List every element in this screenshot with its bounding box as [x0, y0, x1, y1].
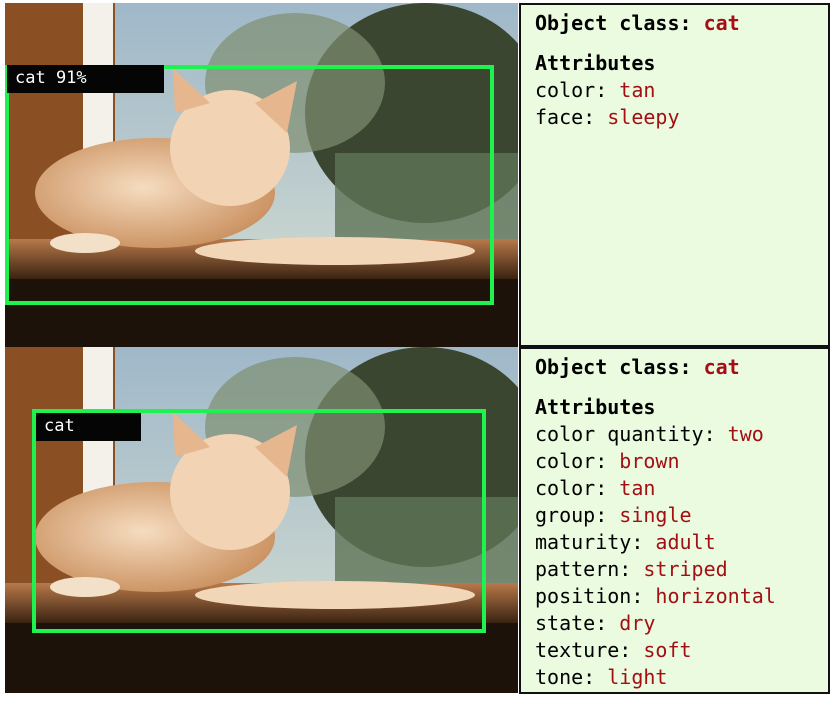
object-class: Object class: cat	[535, 353, 828, 381]
attribute-value: single	[619, 503, 692, 527]
attributes-heading: Attributes	[535, 51, 656, 75]
attributes-panel: Object class: cat Attributes color quant…	[519, 347, 830, 694]
attribute-value: soft	[643, 638, 692, 662]
attribute-item: maturity: adult	[535, 529, 828, 556]
attribute-value: brown	[619, 449, 680, 473]
object-class: Object class: cat	[535, 9, 828, 37]
attribute-key: position:	[535, 584, 656, 608]
attribute-value: tan	[619, 476, 656, 500]
attribute-value: adult	[655, 530, 716, 554]
attribute-item: position: horizontal	[535, 583, 828, 610]
attribute-key: color quantity:	[535, 422, 728, 446]
bounding-box	[32, 409, 486, 633]
attribute-item: pattern: striped	[535, 556, 828, 583]
attribute-item: color: brown	[535, 448, 828, 475]
attribute-value: two	[727, 422, 764, 446]
attribute-key: maturity:	[535, 530, 656, 554]
detection-row-top: cat 91% Object class: cat Attributes col…	[5, 3, 830, 349]
attribute-item: texture: soft	[535, 637, 828, 664]
detection-label: cat	[36, 413, 141, 441]
attribute-item: face: sleepy	[535, 104, 828, 131]
attributes-heading: Attributes	[535, 395, 656, 419]
attribute-value: sleepy	[607, 105, 680, 129]
attribute-key: color:	[535, 78, 620, 102]
attribute-value: tan	[619, 78, 656, 102]
attribute-value: striped	[643, 557, 728, 581]
attributes-panel: Object class: cat Attributes color: tan f…	[519, 3, 830, 347]
object-class-label: Object class:	[535, 11, 704, 35]
attribute-value: horizontal	[655, 584, 776, 608]
attributes-list: color: tan face: sleepy	[535, 77, 828, 131]
attribute-key: color:	[535, 476, 620, 500]
attribute-key: pattern:	[535, 557, 644, 581]
attribute-item: color quantity: two	[535, 421, 828, 448]
attribute-value: dry	[619, 611, 656, 635]
attribute-item: color: tan	[535, 77, 828, 104]
attribute-item: color: tan	[535, 475, 828, 502]
attribute-item: tone: light	[535, 664, 828, 691]
attribute-key: color:	[535, 449, 620, 473]
attribute-item: group: single	[535, 502, 828, 529]
detection-row-bottom: cat Object class: cat Attributes color q…	[5, 347, 830, 694]
attribute-key: state:	[535, 611, 620, 635]
bounding-box	[5, 65, 494, 305]
attribute-value: light	[607, 665, 668, 689]
object-class-value: cat	[703, 11, 740, 35]
attribute-key: group:	[535, 503, 620, 527]
attribute-key: texture:	[535, 638, 644, 662]
object-class-value: cat	[703, 355, 740, 379]
object-class-label: Object class:	[535, 355, 704, 379]
attribute-key: face:	[535, 105, 608, 129]
attribute-key: tone:	[535, 665, 608, 689]
attributes-list: color quantity: two color: brown color: ta…	[535, 421, 828, 691]
attribute-item: state: dry	[535, 610, 828, 637]
detection-label: cat 91%	[7, 65, 164, 93]
